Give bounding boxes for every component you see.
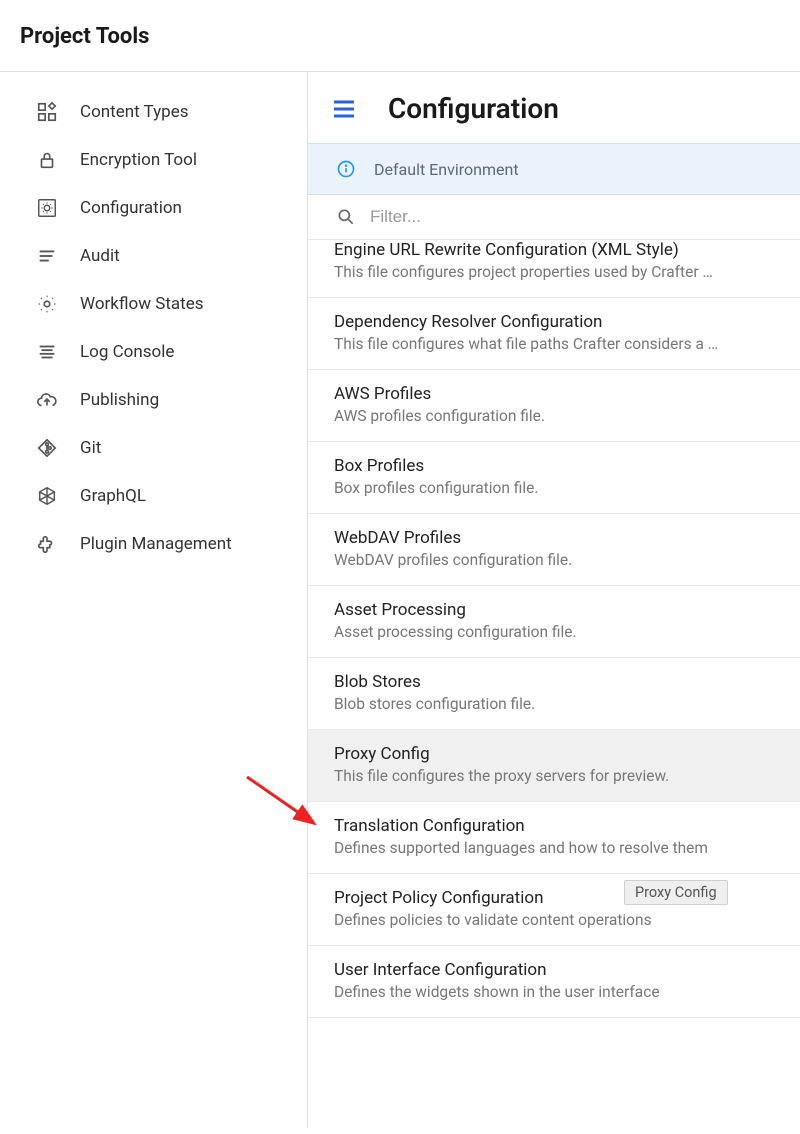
config-item[interactable]: Engine URL Rewrite Configuration (XML St… [308,240,800,298]
sidebar: Content Types Encryption Tool Configurat… [0,72,308,1128]
config-item-title: Engine URL Rewrite Configuration (XML St… [334,240,774,260]
config-item-desc: Box profiles configuration file. [334,479,774,497]
cloud-upload-icon [36,389,58,411]
sidebar-item-label: Encryption Tool [80,150,197,170]
config-item-title: Asset Processing [334,600,774,620]
sidebar-item-audit[interactable]: Audit [0,232,307,280]
config-item-desc: AWS profiles configuration file. [334,407,774,425]
sidebar-item-label: Git [80,438,101,458]
config-item[interactable]: AWS Profiles AWS profiles configuration … [308,370,800,442]
config-item-proxy-config[interactable]: Proxy Config This file configures the pr… [308,730,800,802]
sidebar-item-publishing[interactable]: Publishing [0,376,307,424]
environment-label: Default Environment [374,160,519,179]
lock-icon [36,149,58,171]
config-item-title: Blob Stores [334,672,774,692]
sidebar-item-label: Log Console [80,342,174,362]
sidebar-item-log-console[interactable]: Log Console [0,328,307,376]
config-item[interactable]: Blob Stores Blob stores configuration fi… [308,658,800,730]
align-icon [36,341,58,363]
config-item-desc: This file configures the proxy servers f… [334,767,774,785]
config-item-desc: This file configures what file paths Cra… [334,335,774,353]
sidebar-item-label: Content Types [80,102,188,122]
config-item-title: Box Profiles [334,456,774,476]
config-item[interactable]: Asset Processing Asset processing config… [308,586,800,658]
config-item-title: Dependency Resolver Configuration [334,312,774,332]
gear-box-icon [36,197,58,219]
info-icon [336,159,356,179]
sidebar-item-label: Configuration [80,198,182,218]
graphql-icon [36,485,58,507]
config-item-title: Proxy Config [334,744,774,764]
filter-row [308,195,800,240]
extension-icon [36,533,58,555]
sidebar-item-label: Audit [80,246,120,266]
sidebar-item-label: GraphQL [80,486,146,506]
sidebar-item-workflow[interactable]: Workflow States [0,280,307,328]
sidebar-item-git[interactable]: Git [0,424,307,472]
config-item-title: User Interface Configuration [334,960,774,980]
filter-input[interactable] [370,207,772,227]
config-item-desc: This file configures project properties … [334,263,774,281]
sidebar-item-label: Publishing [80,390,159,410]
search-icon [336,207,356,227]
sidebar-item-label: Workflow States [80,294,204,314]
list-icon [36,245,58,267]
config-list[interactable]: Engine URL Rewrite Configuration (XML St… [308,240,800,1128]
app-title: Project Tools [20,24,780,49]
widgets-icon [36,101,58,123]
config-item-desc: WebDAV profiles configuration file. [334,551,774,569]
page-title: Configuration [388,92,559,125]
config-item[interactable]: User Interface Configuration Defines the… [308,946,800,1018]
config-item-title: Translation Configuration [334,816,774,836]
config-item-desc: Defines policies to validate content ope… [334,911,774,929]
git-icon [36,437,58,459]
config-item[interactable]: Box Profiles Box profiles configuration … [308,442,800,514]
environment-banner: Default Environment [308,143,800,195]
config-item-desc: Defines the widgets shown in the user in… [334,983,774,1001]
main-header: Configuration [308,72,800,143]
main-panel: Configuration Default Environment Engine… [308,72,800,1128]
config-item[interactable]: WebDAV Profiles WebDAV profiles configur… [308,514,800,586]
sidebar-item-content-types[interactable]: Content Types [0,88,307,136]
sidebar-item-configuration[interactable]: Configuration [0,184,307,232]
menu-icon[interactable] [332,99,356,119]
sidebar-item-label: Plugin Management [80,534,232,554]
sidebar-item-graphql[interactable]: GraphQL [0,472,307,520]
config-item[interactable]: Dependency Resolver Configuration This f… [308,298,800,370]
config-item-desc: Asset processing configuration file. [334,623,774,641]
sidebar-item-plugin[interactable]: Plugin Management [0,520,307,568]
config-item-title: WebDAV Profiles [334,528,774,548]
config-item-desc: Defines supported languages and how to r… [334,839,774,857]
sidebar-item-encryption[interactable]: Encryption Tool [0,136,307,184]
config-item-desc: Blob stores configuration file. [334,695,774,713]
config-item[interactable]: Translation Configuration Defines suppor… [308,802,800,874]
gear-icon [36,293,58,315]
app-header: Project Tools [0,0,800,72]
config-item-title: AWS Profiles [334,384,774,404]
tooltip: Proxy Config [624,880,728,905]
